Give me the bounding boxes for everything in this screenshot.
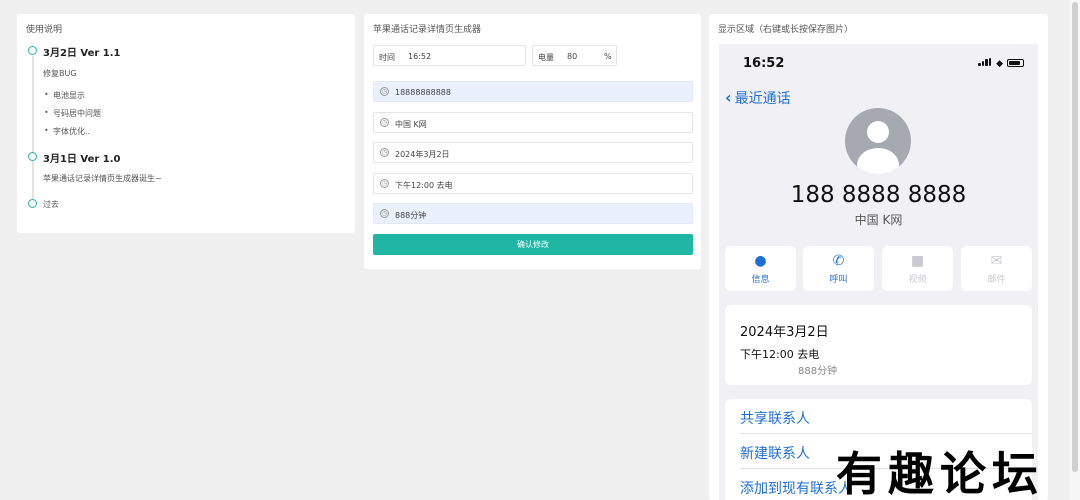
confirm-button[interactable]: 确认修改: [373, 234, 693, 255]
preview-panel: 显示区域（右键或长按保存图片） 16:52 ◆ ‹ 最近通话 188 8888 8…: [709, 14, 1048, 500]
duration-value: 888分钟: [395, 211, 427, 220]
call-type-value: 下午12:00 去电: [395, 181, 453, 190]
version-title: 过去: [43, 200, 59, 209]
contact-carrier: 中国 K网: [854, 213, 903, 227]
timeline-line: [32, 161, 34, 201]
phone-number-input[interactable]: ◷ 18888888888: [373, 81, 693, 102]
battery-label: 电量: [538, 53, 554, 62]
bullet-item: 字体优化..: [44, 126, 90, 137]
divider: [740, 433, 1032, 434]
call-action-button[interactable]: ✆ 呼叫: [803, 246, 874, 291]
time-label: 时间: [379, 53, 395, 62]
date-input[interactable]: ◷ 2024年3月2日: [373, 142, 693, 163]
action-label: 视频: [908, 275, 927, 285]
message-icon: ●: [754, 253, 767, 269]
call-duration: 888分钟: [798, 366, 838, 377]
call-time: 下午12:00 去电: [740, 348, 820, 361]
version-title: 3月1日 Ver 1.0: [43, 154, 121, 165]
generator-title: 苹果通话记录详情页生成器: [373, 25, 482, 35]
action-label: 邮件: [987, 275, 1006, 285]
timeline-dot: [28, 152, 37, 161]
battery-field[interactable]: 电量 80 %: [532, 45, 617, 66]
carrier-input[interactable]: ◷ 中国 K网: [373, 112, 693, 133]
scrollbar-thumb[interactable]: [1072, 2, 1078, 472]
battery-icon: [1007, 59, 1024, 67]
video-icon: ■: [910, 253, 925, 269]
call-details-card: 2024年3月2日 下午12:00 去电 888分钟: [725, 305, 1032, 385]
video-action-button[interactable]: ■ 视频: [882, 246, 953, 291]
share-contact-link[interactable]: 共享联系人: [740, 408, 810, 428]
status-time: 16:52: [743, 56, 785, 71]
generator-form-panel: 苹果通话记录详情页生成器 时间 16:52 电量 80 % ◷ 18888888…: [364, 14, 701, 269]
timeline-dot: [28, 46, 37, 55]
action-label: 呼叫: [829, 275, 848, 285]
preview-title: 显示区域（右键或长按保存图片）: [718, 25, 854, 35]
bullet-item: 号码居中问题: [44, 108, 101, 119]
phone-preview[interactable]: 16:52 ◆ ‹ 最近通话 188 8888 8888 中国 K网 ● 信息 ✆…: [719, 44, 1038, 500]
clock-icon: ◷: [380, 179, 389, 188]
call-date: 2024年3月2日: [740, 325, 829, 340]
phone-number-value: 18888888888: [395, 88, 451, 97]
duration-input[interactable]: ◷ 888分钟: [373, 203, 693, 224]
mail-icon: ✉: [990, 253, 1003, 269]
wifi-icon: ◆: [996, 59, 1003, 69]
bullet-item: 电池显示: [44, 90, 85, 101]
back-link[interactable]: ‹ 最近通话: [725, 88, 791, 108]
new-contact-link[interactable]: 新建联系人: [740, 443, 810, 463]
carrier-value: 中国 K网: [395, 120, 427, 129]
watermark: 有趣论坛: [836, 447, 1044, 500]
clock-icon: ◷: [380, 148, 389, 157]
scrollbar[interactable]: [1070, 0, 1080, 500]
usage-notes-title: 使用说明: [26, 25, 63, 35]
clock-icon: ◷: [380, 209, 389, 218]
mail-action-button[interactable]: ✉ 邮件: [961, 246, 1032, 291]
clock-icon: ◷: [380, 87, 389, 96]
contact-number: 188 8888 8888: [790, 182, 967, 208]
usage-notes-panel: 使用说明 3月2日 Ver 1.1 修复BUG 电池显示 号码居中问题 字体优化…: [17, 14, 355, 233]
avatar: [845, 108, 911, 174]
message-action-button[interactable]: ● 信息: [725, 246, 796, 291]
phone-icon: ✆: [832, 253, 845, 269]
date-value: 2024年3月2日: [395, 150, 450, 159]
back-label: 最近通话: [734, 91, 791, 107]
version-note: 苹果通话记录详情页生成器诞生~: [43, 174, 162, 183]
clock-icon: ◷: [380, 118, 389, 127]
time-field[interactable]: 时间 16:52: [373, 45, 526, 66]
timeline-dot: [28, 199, 37, 208]
status-icons: ◆: [978, 58, 1024, 69]
version-title: 3月2日 Ver 1.1: [43, 48, 121, 59]
chevron-left-icon: ‹: [725, 88, 732, 107]
time-value[interactable]: 16:52: [408, 52, 431, 61]
action-label: 信息: [751, 275, 770, 285]
battery-unit: %: [604, 52, 612, 61]
battery-value[interactable]: 80: [567, 52, 577, 61]
version-note: 修复BUG: [43, 69, 77, 78]
call-type-input[interactable]: ◷ 下午12:00 去电: [373, 173, 693, 194]
timeline-line: [32, 56, 34, 161]
signal-icon: [978, 58, 992, 66]
